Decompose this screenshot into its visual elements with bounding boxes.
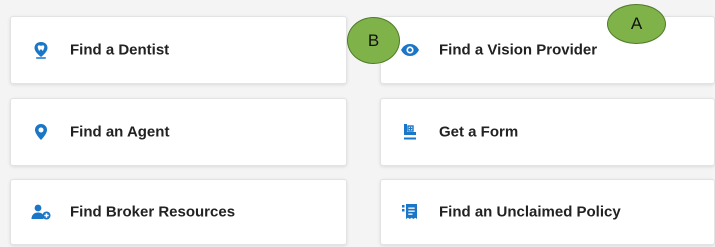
location-pin-icon xyxy=(31,122,51,142)
find-broker-resources-label: Find Broker Resources xyxy=(70,203,236,221)
user-add-icon xyxy=(31,202,51,222)
annotation-marker-a: A xyxy=(607,4,666,44)
find-a-dentist-card[interactable]: Find a Dentist xyxy=(10,16,347,84)
tooth-pin-icon xyxy=(31,40,51,60)
find-a-vision-provider-label: Find a Vision Provider xyxy=(439,41,598,59)
find-an-agent-card[interactable]: Find an Agent xyxy=(10,98,347,166)
receipt-icon xyxy=(400,202,420,222)
form-document-icon xyxy=(400,122,420,142)
get-a-form-card[interactable]: Get a Form xyxy=(380,98,715,166)
get-a-form-label: Get a Form xyxy=(439,123,519,141)
find-an-unclaimed-policy-label: Find an Unclaimed Policy xyxy=(439,203,621,221)
eye-icon xyxy=(400,40,420,60)
marker-b-label: B xyxy=(367,30,380,50)
find-an-unclaimed-policy-card[interactable]: Find an Unclaimed Policy xyxy=(380,179,715,245)
find-a-dentist-label: Find a Dentist xyxy=(70,41,170,59)
find-broker-resources-card[interactable]: Find Broker Resources xyxy=(10,179,347,245)
annotation-marker-b: B xyxy=(347,17,400,64)
find-an-agent-label: Find an Agent xyxy=(70,123,170,141)
marker-a-label: A xyxy=(630,14,643,33)
